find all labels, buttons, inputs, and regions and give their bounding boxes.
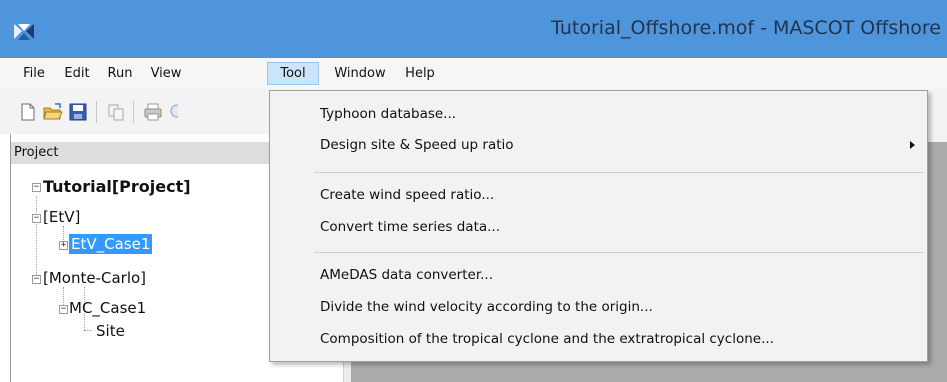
new-file-icon[interactable] <box>18 102 38 122</box>
menu-item-design-site-speed-up[interactable]: Design site & Speed up ratio <box>320 135 514 155</box>
expand-icon[interactable]: + <box>59 241 68 250</box>
tree-node-site[interactable]: Site <box>96 321 125 341</box>
collapse-icon[interactable]: − <box>32 214 41 223</box>
collapse-icon[interactable]: − <box>32 183 41 192</box>
tree-node-etv[interactable]: [EtV] <box>43 207 80 227</box>
menu-item-composition-cyclones[interactable]: Composition of the tropical cyclone and … <box>320 329 774 349</box>
collapse-icon[interactable]: − <box>32 275 41 284</box>
menu-help[interactable]: Help <box>398 62 442 85</box>
tree-node-mc-case1[interactable]: MC_Case1 <box>69 298 146 318</box>
menu-item-typhoon-database[interactable]: Typhoon database... <box>320 104 456 124</box>
window-title: Tutorial_Offshore.mof - MASCOT Offshore <box>551 17 941 39</box>
menu-tool[interactable]: Tool <box>267 62 319 85</box>
menu-item-amedas-converter[interactable]: AMeDAS data converter... <box>320 265 493 285</box>
tree-connector <box>84 330 92 331</box>
menu-bar: File Edit Run View Tool Window Help <box>0 58 947 89</box>
menu-item-divide-wind-velocity[interactable]: Divide the wind velocity according to th… <box>320 297 653 317</box>
print-icon[interactable] <box>143 102 163 122</box>
toolbar-separator <box>133 101 134 123</box>
menu-window[interactable]: Window <box>328 62 392 85</box>
tree-node-etv-case1[interactable]: EtV_Case1 <box>69 234 153 254</box>
tree-connector <box>36 196 37 279</box>
tree-node-monte-carlo[interactable]: [Monte-Carlo] <box>43 268 146 288</box>
open-folder-icon[interactable] <box>43 102 63 122</box>
title-bar[interactable]: Tutorial_Offshore.mof - MASCOT Offshore <box>0 0 947 58</box>
submenu-arrow-icon <box>910 141 915 149</box>
menu-run[interactable]: Run <box>102 62 138 85</box>
zoom-icon[interactable] <box>168 102 178 122</box>
toolbar-separator <box>96 101 97 123</box>
menu-view[interactable]: View <box>144 62 188 85</box>
copy-icon[interactable] <box>106 102 126 122</box>
collapse-icon[interactable]: − <box>59 305 68 314</box>
tree-root-project[interactable]: Tutorial[Project] <box>43 177 191 197</box>
app-icon[interactable] <box>12 22 36 42</box>
menu-item-convert-time-series[interactable]: Convert time series data... <box>320 217 500 237</box>
menu-item-create-wind-speed-ratio[interactable]: Create wind speed ratio... <box>320 185 494 205</box>
menu-file[interactable]: File <box>16 62 52 85</box>
save-icon[interactable] <box>68 102 88 122</box>
menu-separator <box>314 172 923 173</box>
pane-border <box>10 134 11 382</box>
menu-edit[interactable]: Edit <box>58 62 96 85</box>
menu-separator <box>314 252 923 253</box>
tool-dropdown-menu: Typhoon database... Design site & Speed … <box>269 90 928 362</box>
